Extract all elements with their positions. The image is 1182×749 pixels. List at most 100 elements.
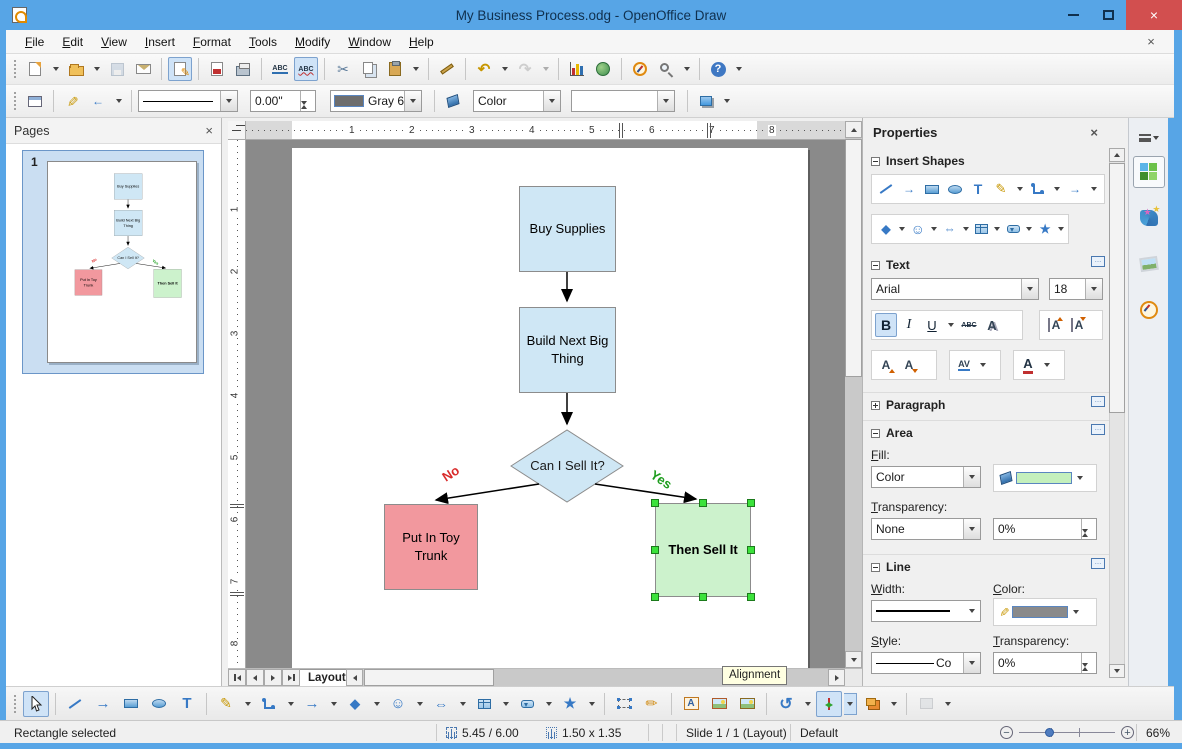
menu-edit[interactable]: Edit [53, 32, 92, 52]
font-size-combo[interactable]: 18 [1049, 278, 1103, 300]
basic-shapes-dropdown[interactable] [898, 218, 906, 240]
flowchart-dropdown[interactable] [993, 218, 1001, 240]
insert-arrow-button[interactable]: → [898, 177, 920, 201]
connector-dropdown[interactable] [1050, 178, 1063, 200]
star-dropdown[interactable] [585, 693, 598, 715]
menu-tools[interactable]: Tools [240, 32, 286, 52]
sidebar-tab-photos[interactable] [1133, 248, 1165, 280]
toolbar-overflow-dropdown[interactable] [732, 58, 745, 80]
alignment-dropdown[interactable] [844, 692, 857, 715]
strikethrough-button[interactable]: ABC [958, 313, 980, 337]
paragraph-section-header[interactable]: Paragraph [871, 398, 945, 412]
zoom-dropdown[interactable] [680, 58, 693, 80]
document-close-icon[interactable]: × [1142, 33, 1160, 51]
menu-help[interactable]: Help [400, 32, 443, 52]
decrease-indent-spacing-button[interactable]: A [1066, 313, 1088, 337]
line-section-header[interactable]: Line [871, 560, 911, 574]
font-size-dropdown[interactable] [1085, 279, 1102, 299]
zoom-slider-track[interactable] [1019, 726, 1115, 739]
block-arrows-dropdown[interactable] [456, 693, 469, 715]
arrow-style-button[interactable]: → [86, 89, 110, 113]
redo-button[interactable]: ↷ [513, 57, 537, 81]
pages-panel-close-icon[interactable]: × [205, 123, 213, 138]
area-fill-style-combo[interactable]: Color [871, 466, 981, 488]
last-page-button[interactable] [282, 669, 300, 686]
node-can-i-sell-it[interactable]: Can I Sell It? [519, 440, 616, 492]
email-button[interactable] [131, 57, 155, 81]
transparency-spinner[interactable]: 0% [993, 518, 1097, 547]
arrow-style-dropdown[interactable] [112, 90, 125, 112]
selection-handle[interactable] [699, 499, 707, 507]
selection-handle[interactable] [651, 499, 659, 507]
area-fill-color-swatch[interactable] [1016, 472, 1072, 484]
toolbar-grip[interactable] [13, 59, 18, 79]
insert-rectangle-button[interactable] [921, 177, 943, 201]
undo-button[interactable]: ↶ [472, 57, 496, 81]
horizontal-scroll-thumb[interactable] [364, 669, 494, 686]
text-dialog-launcher[interactable]: … [1091, 256, 1105, 267]
drawing-canvas[interactable]: Buy Supplies Build Next Big Thing Can I … [246, 140, 845, 668]
menu-insert[interactable]: Insert [136, 32, 184, 52]
paste-button[interactable] [383, 57, 407, 81]
line-width-spinner[interactable]: 0.00" [250, 90, 316, 119]
fill-color-dropdown[interactable] [657, 91, 674, 111]
curve-tool-button[interactable]: ✎ [213, 691, 239, 717]
fill-color-combo[interactable] [571, 90, 675, 112]
menu-format[interactable]: Format [184, 32, 240, 52]
node-put-in-toy-trunk[interactable]: Put In Toy Trunk [384, 504, 478, 590]
redo-dropdown[interactable] [539, 58, 552, 80]
symbol-shapes-button[interactable]: ☺ [385, 691, 411, 717]
scroll-down-button[interactable] [845, 651, 862, 668]
sidebar-menu-button[interactable] [1138, 134, 1159, 142]
selection-handle[interactable] [747, 499, 755, 507]
selection-handle[interactable] [699, 593, 707, 601]
area-section-header[interactable]: Area [871, 426, 913, 440]
zoom-button[interactable] [654, 57, 678, 81]
insert-from-file-button[interactable] [706, 691, 732, 717]
edit-points-button[interactable] [611, 691, 637, 717]
sidebar-tab-properties[interactable] [1132, 156, 1165, 188]
line-color-swatch[interactable] [1012, 606, 1069, 618]
save-button[interactable] [105, 57, 129, 81]
paragraph-dialog-launcher[interactable]: … [1091, 396, 1105, 407]
copy-button[interactable] [357, 57, 381, 81]
titlebar[interactable]: My Business Process.odg - OpenOffice Dra… [0, 0, 1182, 30]
ellipse-tool-button[interactable] [146, 691, 172, 717]
insert-text-button[interactable]: T [967, 177, 989, 201]
insert-line-button[interactable] [875, 177, 897, 201]
basic-shapes-button[interactable]: ◆ [342, 691, 368, 717]
block-arrows-dropdown[interactable] [962, 218, 970, 240]
increase-font-button[interactable]: A [875, 353, 897, 377]
area-style-button[interactable] [441, 89, 465, 113]
line-style-dropdown[interactable] [220, 91, 237, 111]
line-color-dropdown2[interactable] [1069, 601, 1082, 623]
increase-indent-spacing-button[interactable]: A [1043, 313, 1065, 337]
insert-shapes-section-header[interactable]: Insert Shapes [871, 154, 965, 168]
toolbar-grip[interactable] [13, 693, 18, 714]
italic-button[interactable]: I [898, 313, 920, 337]
toolbar-grip[interactable] [13, 91, 18, 111]
basic-shapes-button[interactable]: ◆ [875, 217, 897, 241]
line-width-dropdown[interactable] [963, 601, 980, 621]
star-shapes-button[interactable]: ★ [1034, 217, 1056, 241]
insert-curve-button[interactable]: ✎ [990, 177, 1012, 201]
new-document-button[interactable] [23, 57, 47, 81]
text-section-header[interactable]: Text [871, 258, 910, 272]
new-document-dropdown[interactable] [49, 58, 62, 80]
export-pdf-button[interactable] [205, 57, 229, 81]
glue-points-button[interactable]: ✎ [639, 691, 665, 717]
cut-button[interactable]: ✂ [331, 57, 355, 81]
block-arrows-button[interactable]: ⇔ [939, 217, 961, 241]
selection-handle[interactable] [747, 546, 755, 554]
alignment-button[interactable] [816, 690, 842, 717]
decrease-font-button[interactable]: A [898, 353, 920, 377]
auto-spellcheck-button[interactable]: ABC [294, 57, 318, 81]
edit-file-button[interactable]: ✎ [168, 57, 192, 81]
sidebar-tab-navigator[interactable] [1133, 294, 1165, 326]
maximize-button[interactable] [1090, 0, 1126, 30]
transparency-style-dropdown[interactable] [963, 519, 980, 539]
fontwork-button[interactable]: A [678, 691, 704, 717]
expand-icon[interactable] [871, 400, 880, 410]
page-style[interactable]: Default [800, 721, 838, 744]
flowchart-shapes-button[interactable] [970, 217, 992, 241]
